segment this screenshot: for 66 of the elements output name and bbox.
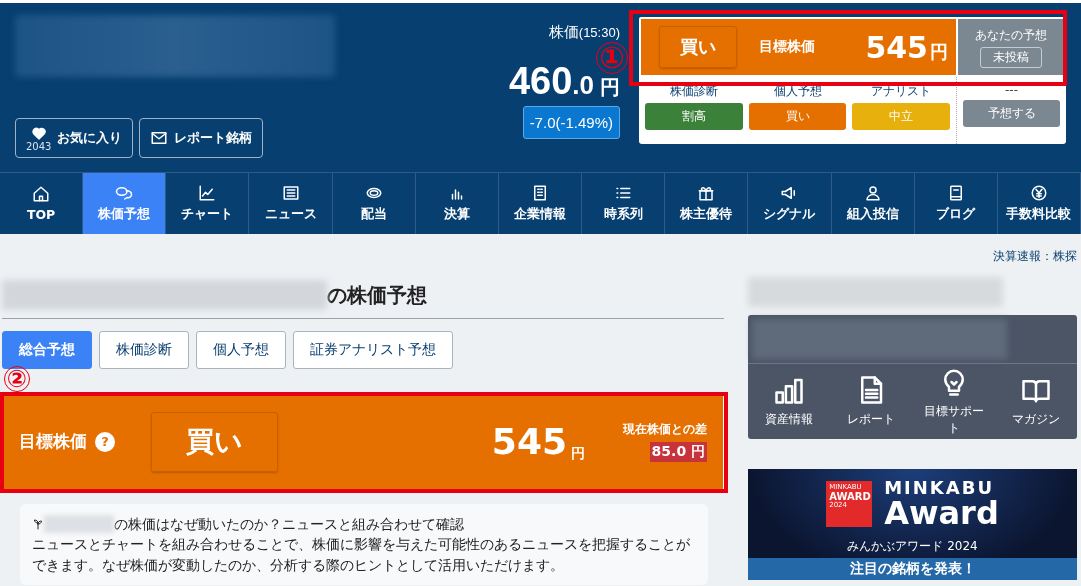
award-subtitle: みんかぶアワード 2024 (846, 538, 979, 555)
forecast-tab[interactable]: 証券アナリスト予想 (293, 331, 453, 369)
line-chart-icon (198, 184, 217, 202)
chat-bubbles-icon (115, 184, 134, 202)
nav-tab[interactable]: ブログ (914, 173, 998, 234)
person-icon (863, 184, 882, 202)
rating-badge: 買い (151, 411, 278, 472)
nav-tab[interactable]: 時系列 (582, 173, 666, 234)
award-title: Award (884, 496, 999, 529)
nav-tab[interactable]: シグナル (748, 173, 832, 234)
info-headline: の株価はなぜ動いたのか？ニュースと組み合わせて確認 (114, 515, 464, 534)
nav-tab[interactable]: ニュース (249, 173, 333, 234)
your-forecast-status: 未投稿 (980, 46, 1042, 68)
favorite-button[interactable]: 2043 お気に入り (15, 118, 134, 158)
nav-tab[interactable]: 決算 (415, 173, 499, 234)
target-price: 545 円 (865, 29, 948, 65)
forecast-value-badge: 割高 (645, 103, 743, 130)
sprout-icon (32, 517, 44, 532)
forecast-tab[interactable]: 株価診断 (99, 331, 189, 369)
forecast-tab[interactable]: 個人予想 (196, 331, 286, 369)
forecast-category-label: 個人予想 (773, 83, 822, 100)
nav-tab[interactable]: 配当 (332, 173, 416, 234)
your-forecast-value: --- (1005, 83, 1018, 97)
price-difference-label: 現在株価との差 (623, 421, 707, 438)
report-button[interactable]: レポート銘柄 (139, 118, 264, 158)
gift-icon (697, 184, 716, 202)
award-brand: MINKABU (884, 478, 995, 497)
forecast-value-badge: 買い (748, 103, 847, 130)
forecast-value-badge: 中立 (852, 103, 950, 130)
nav-tab[interactable]: チャート (166, 173, 250, 234)
side-menu-item[interactable]: 目標サポート (912, 364, 995, 439)
building-icon (531, 184, 549, 202)
forecast-category-label: アナリスト (871, 83, 932, 100)
info-text: ニュースとチャートを組み合わせることで、株価に影響を与えた可能性のあるニュースを把握することができます。なぜ株価が変動したのか、分析する際のヒントとして活用いただけます。 (32, 535, 691, 575)
price-change-badge: -7.0(-1.49%) (522, 106, 620, 139)
page-title: の株価予想 (327, 281, 427, 309)
forecast-tab[interactable]: 総合予想 (2, 331, 92, 369)
post-forecast-button[interactable]: 予想する (963, 100, 1060, 127)
favorite-count: 2043 (26, 140, 52, 152)
yen-icon (1029, 184, 1048, 202)
price-unit: 円 (571, 445, 585, 463)
favorite-label: お気に入り (57, 129, 123, 147)
award-cta: 注目の銘柄を発表！ (748, 558, 1077, 580)
newspaper-icon (281, 184, 300, 202)
home-icon (32, 185, 51, 203)
price-time-label: 株価(15:30) (548, 23, 620, 42)
side-menu-item[interactable]: マガジン (994, 364, 1077, 439)
target-price: 545 (491, 421, 567, 462)
news-link[interactable]: 決算速報：株探 (993, 248, 1077, 265)
nav-tab[interactable]: 組入投信 (831, 173, 915, 234)
price-difference: 85.0 円 (649, 442, 707, 462)
envelope-icon (150, 129, 169, 147)
your-forecast-label: あなたの予想 (975, 26, 1047, 44)
side-menu-item[interactable]: レポート (830, 364, 913, 439)
side-menu-item[interactable]: 資産情報 (748, 364, 831, 439)
target-price-label: 目標株価 (19, 430, 87, 453)
rating-badge: 買い (659, 26, 737, 68)
nav-tab[interactable]: 株価予想 (83, 173, 167, 234)
nav-tab[interactable]: 企業情報 (498, 173, 583, 234)
heart-icon (30, 124, 47, 141)
forecast-category-label: 株価診断 (669, 83, 718, 100)
nav-tab[interactable]: 株主優待 (665, 173, 749, 234)
target-price-label: 目標株価 (759, 38, 815, 56)
blurred-stock-name (44, 515, 114, 534)
nav-tab[interactable]: 手数料比較 (997, 173, 1081, 234)
report-label: レポート銘柄 (174, 129, 253, 147)
